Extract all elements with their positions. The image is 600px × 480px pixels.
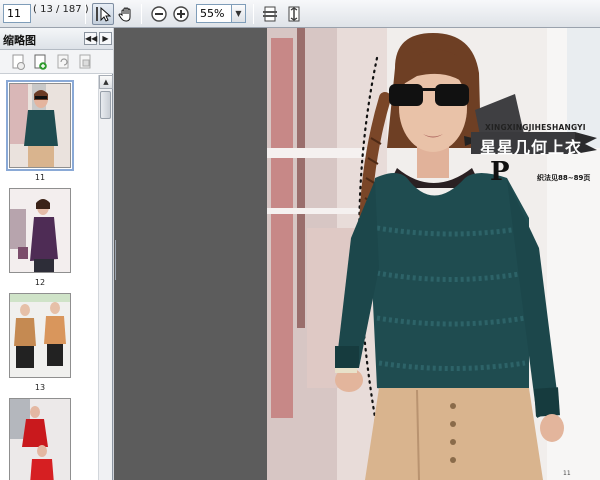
- page-number: 11: [563, 470, 571, 477]
- zoom-dropdown-button[interactable]: ▼: [232, 4, 246, 23]
- page-thumbnail-11[interactable]: [6, 80, 74, 171]
- insert-page-icon[interactable]: [32, 54, 48, 70]
- header-pinyin: XINGXINGJIHESHANGYI: [485, 123, 586, 132]
- thumbnail-tools: [0, 50, 113, 74]
- panel-options-button[interactable]: ▶: [99, 32, 112, 45]
- fit-width-icon: [263, 6, 277, 22]
- thumbnails-panel: 缩略图 ◀◀ ▶ 11 12 13 ▲: [0, 28, 113, 480]
- toolbar-divider: [85, 4, 86, 24]
- fit-width-button[interactable]: [259, 3, 281, 25]
- page-thumbnail-12[interactable]: [9, 188, 71, 273]
- zoom-level-input[interactable]: [196, 4, 232, 23]
- pdf-page: P XINGXINGJIHESHANGYI 星星几何上衣 织法见88~89页 1…: [267, 28, 600, 480]
- page-thumbnail-13[interactable]: [9, 293, 71, 378]
- page-thumbnail-14[interactable]: [9, 398, 71, 480]
- extract-page-icon[interactable]: [77, 54, 93, 70]
- page-preview-image: [10, 294, 70, 377]
- zoom-in-icon: [173, 6, 189, 22]
- chevron-right-icon: ▶: [102, 34, 109, 43]
- zoom-in-button[interactable]: [170, 3, 192, 25]
- chevron-up-icon: ▲: [103, 78, 109, 86]
- zoom-out-button[interactable]: [148, 3, 170, 25]
- page-preview-image: [10, 399, 70, 480]
- collapse-panel-button[interactable]: ◀◀: [84, 32, 97, 45]
- hand-tool-button[interactable]: [115, 3, 137, 25]
- svg-text:P: P: [490, 157, 510, 187]
- document-view[interactable]: P XINGXINGJIHESHANGYI 星星几何上衣 织法见88~89页 1…: [114, 28, 600, 480]
- delete-page-icon[interactable]: [10, 54, 26, 70]
- double-chevron-left-icon: ◀◀: [85, 34, 98, 43]
- thumbnails-panel-header: 缩略图 ◀◀ ▶: [0, 28, 113, 50]
- scrollbar-thumb[interactable]: [100, 91, 111, 119]
- thumbnail-label: 12: [34, 278, 46, 287]
- toolbar: ( 13 / 187 ) ▼: [0, 0, 600, 28]
- panel-splitter[interactable]: [114, 240, 118, 280]
- page-count: ( 13 / 187 ): [33, 4, 89, 15]
- toolbar-divider: [253, 4, 254, 24]
- zoom-out-icon: [151, 6, 167, 22]
- thumbnail-list: 11 12 13: [0, 75, 98, 480]
- chevron-down-icon: ▼: [235, 9, 242, 18]
- select-tool-button[interactable]: [92, 3, 114, 25]
- panel-title: 缩略图: [3, 34, 36, 47]
- thumbnail-label: 13: [34, 383, 46, 392]
- page-preview-image: [10, 84, 70, 167]
- thumbnail-label: 11: [34, 173, 46, 182]
- scroll-up-button[interactable]: ▲: [99, 75, 113, 89]
- thumbnail-scrollbar[interactable]: ▲: [98, 75, 113, 480]
- page-preview-image: [10, 189, 70, 272]
- page-photo: P: [267, 28, 600, 480]
- page-number-input[interactable]: [3, 4, 31, 23]
- header-subtitle: 织法见88~89页: [537, 174, 591, 182]
- fit-page-icon: [288, 6, 300, 22]
- hand-icon: [118, 7, 131, 22]
- header-title: 星星几何上衣: [480, 138, 583, 157]
- cursor-icon: [96, 6, 111, 22]
- fit-page-button[interactable]: [283, 3, 305, 25]
- toolbar-divider: [141, 4, 142, 24]
- grip-icon: [115, 240, 116, 280]
- rotate-page-icon[interactable]: [55, 54, 71, 70]
